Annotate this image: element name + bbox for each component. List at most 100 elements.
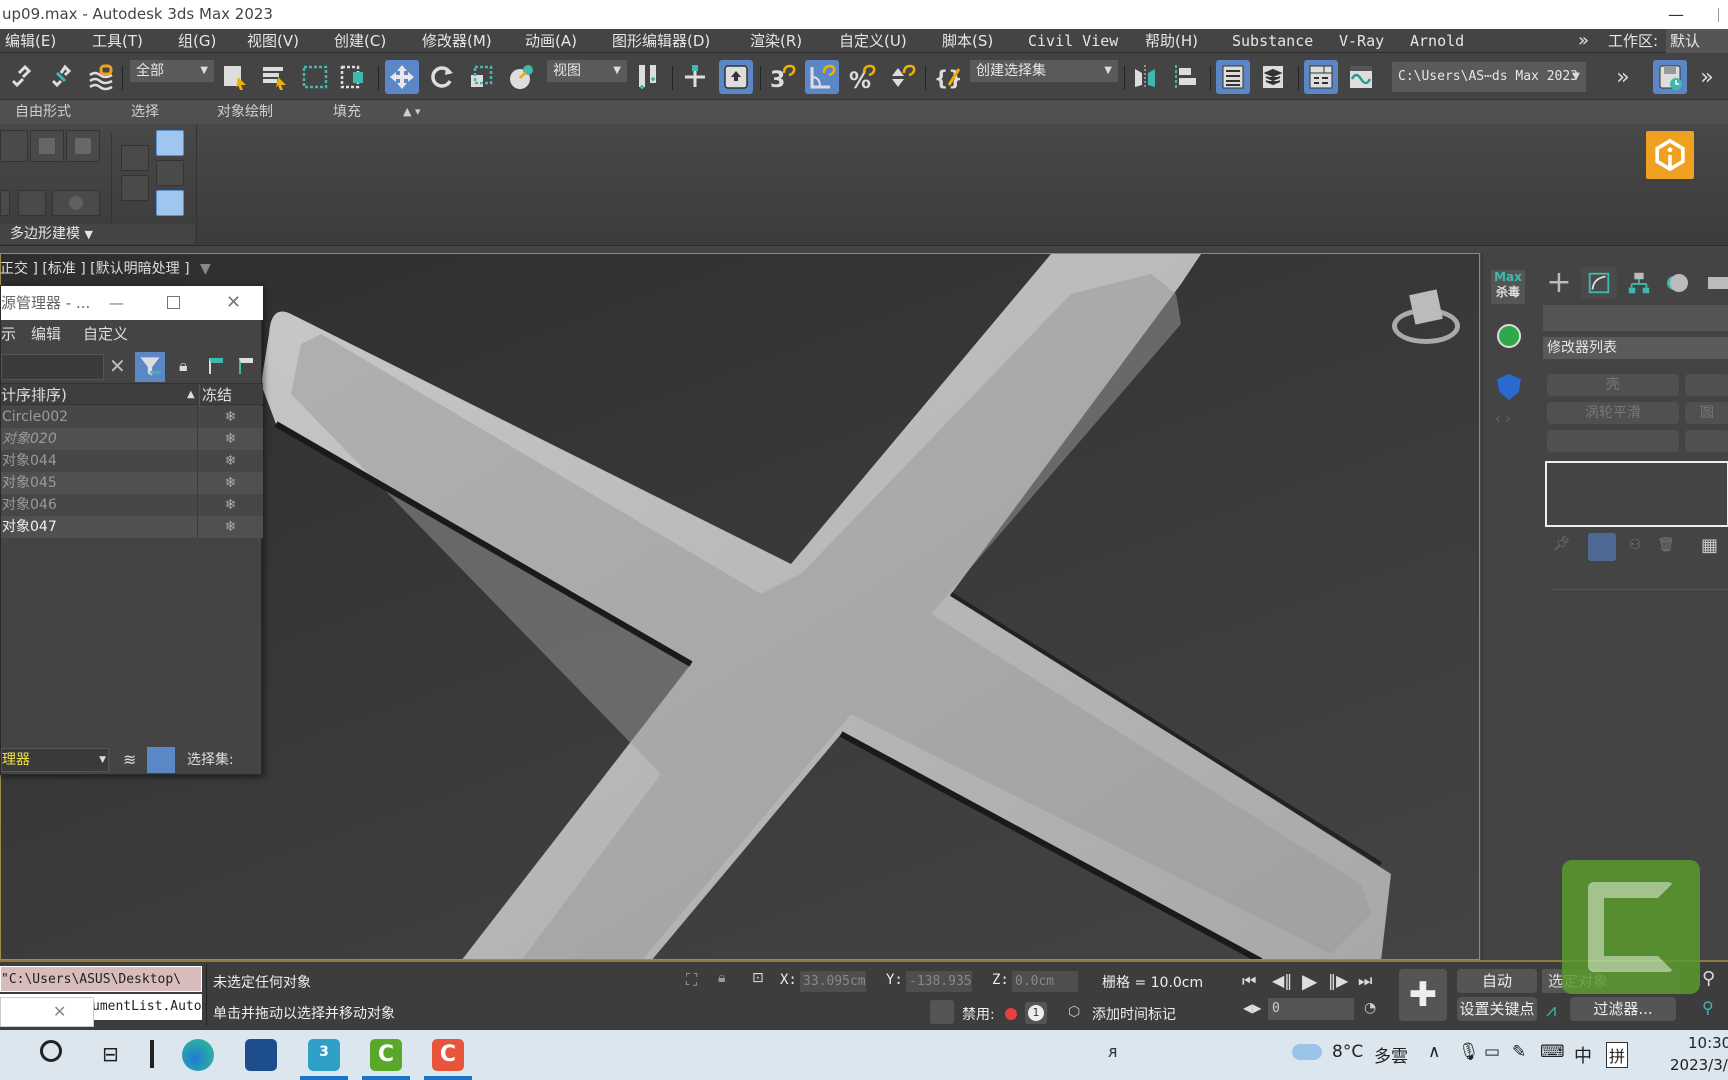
modifier-button-6[interactable] xyxy=(1685,430,1728,452)
clock-date[interactable]: 2023/3/ xyxy=(1670,1056,1728,1074)
camtasia-green-icon[interactable]: C xyxy=(370,1039,402,1071)
explorer-row[interactable]: 对象045 ❄ xyxy=(1,472,263,494)
modifier-button-shell[interactable]: 壳 xyxy=(1547,374,1679,396)
mirror-icon[interactable] xyxy=(1128,60,1162,94)
scale-icon[interactable] xyxy=(464,60,498,94)
set-key-button[interactable]: 设置关键点 xyxy=(1457,997,1537,1021)
clock-time[interactable]: 10:30 xyxy=(1688,1034,1728,1052)
panel-nav-arrows-icon[interactable]: ‹ › xyxy=(1495,411,1511,427)
ribbon-lower-icon[interactable] xyxy=(121,175,149,201)
mini-popup-close-icon[interactable]: ✕ xyxy=(53,1002,66,1021)
minimize-icon[interactable]: — xyxy=(1668,0,1684,29)
menu-views[interactable]: 视图(V) xyxy=(247,29,299,53)
x-coordinate-field[interactable]: 33.095cm xyxy=(800,971,866,992)
percent-snap-icon[interactable]: % xyxy=(845,60,879,94)
curve-editor-icon[interactable] xyxy=(1344,60,1378,94)
add-time-tag[interactable]: 添加时间标记 xyxy=(1092,1004,1176,1024)
ribbon-box-icon[interactable] xyxy=(30,130,64,162)
lock-icon[interactable]: 🔒︎ xyxy=(179,356,188,376)
select-manipulate-icon[interactable] xyxy=(678,60,712,94)
make-unique-icon[interactable]: ⚇ xyxy=(1629,537,1642,553)
weather-temp[interactable]: 8°C xyxy=(1332,1042,1363,1062)
menu-scripting[interactable]: 脚本(S) xyxy=(942,29,993,53)
explorer-menu-edit[interactable]: 编辑 xyxy=(31,320,61,348)
edge-icon[interactable] xyxy=(182,1039,214,1071)
menu-graph-editors[interactable]: 图形编辑器(D) xyxy=(612,29,710,53)
modifier-button-round[interactable]: 圆 xyxy=(1685,402,1728,424)
ribbon-pipe-icon[interactable] xyxy=(156,190,184,216)
menu-arnold[interactable]: Arnold xyxy=(1410,29,1464,53)
freeze-icon[interactable]: ❄ xyxy=(197,494,263,516)
viewport-label[interactable]: 正交 ] [标准 ] [默认明暗处理 ] ▼ xyxy=(0,256,211,282)
notification-badge[interactable]: 1 xyxy=(1025,1002,1047,1024)
microphone-icon[interactable]: 🎙︎ xyxy=(1458,1042,1480,1062)
explorer-menu-display[interactable]: 示 xyxy=(1,320,16,348)
maxscript-listener-line[interactable]: "C:\Users\ASUS\Desktop\ xyxy=(0,966,202,992)
link-icon[interactable] xyxy=(4,60,38,94)
hierarchy-icon[interactable] xyxy=(209,358,223,374)
explorer-row[interactable]: 对象020 ❄ xyxy=(1,428,263,450)
menu-group[interactable]: 组(G) xyxy=(178,29,216,53)
set-key-big-icon[interactable]: ✚ xyxy=(1399,969,1447,1021)
clear-search-icon[interactable]: ✕ xyxy=(109,354,126,378)
modify-tab-icon[interactable] xyxy=(1581,267,1617,299)
show-end-result-icon[interactable] xyxy=(1588,533,1616,561)
move-icon[interactable] xyxy=(385,60,419,94)
ribbon-tab-populate[interactable]: 填充 xyxy=(333,100,361,124)
ribbon-raise-icon[interactable] xyxy=(121,145,149,171)
scene-explorer-icon[interactable] xyxy=(1216,60,1250,94)
security-tool-icon[interactable] xyxy=(1497,324,1521,348)
create-tab-icon[interactable]: + xyxy=(1541,267,1577,299)
task-view-icon[interactable]: ⊟ xyxy=(102,1042,119,1066)
menu-tools[interactable]: 工具(T) xyxy=(92,29,143,53)
layers-icon[interactable]: ≋ xyxy=(123,744,136,776)
ribbon-misc-icon[interactable] xyxy=(0,190,10,216)
edit-named-sets-icon[interactable]: {} xyxy=(930,60,964,94)
pivot-icon[interactable] xyxy=(632,60,666,94)
keyboard-shortcut-icon[interactable] xyxy=(719,60,753,94)
ribbon-tab-object-paint[interactable]: 对象绘制 xyxy=(217,100,273,124)
menu-rendering[interactable]: 渲染(R) xyxy=(750,29,802,53)
info-badge-icon[interactable] xyxy=(1646,131,1694,179)
ribbon-toggle-icon[interactable]: ▲ ▾ xyxy=(403,100,420,124)
ribbon-preserve-uv-icon[interactable] xyxy=(18,190,46,216)
menu-substance[interactable]: Substance xyxy=(1232,29,1313,53)
menu-modifiers[interactable]: 修改器(M) xyxy=(422,29,492,53)
menu-create[interactable]: 创建(C) xyxy=(334,29,386,53)
rect-selection-icon[interactable] xyxy=(298,60,332,94)
hierarchy-tab-icon[interactable] xyxy=(1621,267,1657,299)
max-antivirus-badge[interactable]: Max 杀毒 xyxy=(1491,270,1525,304)
layer-explorer-icon[interactable] xyxy=(1256,60,1290,94)
time-config-arrows-icon[interactable]: ◀▶ xyxy=(1243,1001,1261,1015)
menu-animation[interactable]: 动画(A) xyxy=(525,29,577,53)
explorer-type-dropdown[interactable]: 理器 ▼ xyxy=(1,748,109,772)
modifier-stack[interactable] xyxy=(1545,461,1728,527)
select-object-icon[interactable] xyxy=(218,60,252,94)
menu-customize[interactable]: 自定义(U) xyxy=(839,29,907,53)
explorer-row[interactable]: 对象047 ❄ xyxy=(1,516,263,538)
3dsmax-taskbar-icon[interactable]: 3 xyxy=(308,1039,340,1071)
hierarchy-icon-2[interactable] xyxy=(239,358,253,374)
autobackup-icon[interactable] xyxy=(1653,60,1687,94)
project-folder-dropdown[interactable]: C:\Users\AS⋯ds Max 2023 ▼ xyxy=(1392,62,1586,92)
freeze-icon[interactable]: ❄ xyxy=(197,406,263,428)
motion-tab-icon[interactable] xyxy=(1661,267,1697,299)
ribbon-sphere-icon[interactable] xyxy=(52,190,100,216)
modifier-button-2[interactable] xyxy=(1685,374,1728,396)
freeze-icon[interactable]: ❄ xyxy=(197,516,263,538)
freeze-icon[interactable]: ❄ xyxy=(197,428,263,450)
explorer-row[interactable]: 对象044 ❄ xyxy=(1,450,263,472)
explorer-menu-customize[interactable]: 自定义 xyxy=(83,320,128,348)
remove-modifier-icon[interactable]: 🗑︎ xyxy=(1657,537,1675,553)
explorer-maximize-icon[interactable] xyxy=(167,296,180,309)
explorer-search-input[interactable] xyxy=(1,354,104,380)
camtasia-red-icon[interactable]: C xyxy=(432,1039,464,1071)
people-icon[interactable]: ᴙ xyxy=(1108,1042,1118,1061)
object-name-field[interactable] xyxy=(1543,305,1728,331)
modifier-list-dropdown[interactable]: 修改器列表 xyxy=(1543,337,1728,359)
isolate-selection-icon[interactable]: ⛶ xyxy=(686,970,697,990)
ribbon-pin-icon[interactable] xyxy=(156,160,184,186)
display-tab-icon[interactable] xyxy=(1701,267,1728,299)
menu-civil-view[interactable]: Civil View xyxy=(1028,29,1118,53)
key-mode-icon[interactable]: ⩘ xyxy=(1546,1000,1556,1021)
